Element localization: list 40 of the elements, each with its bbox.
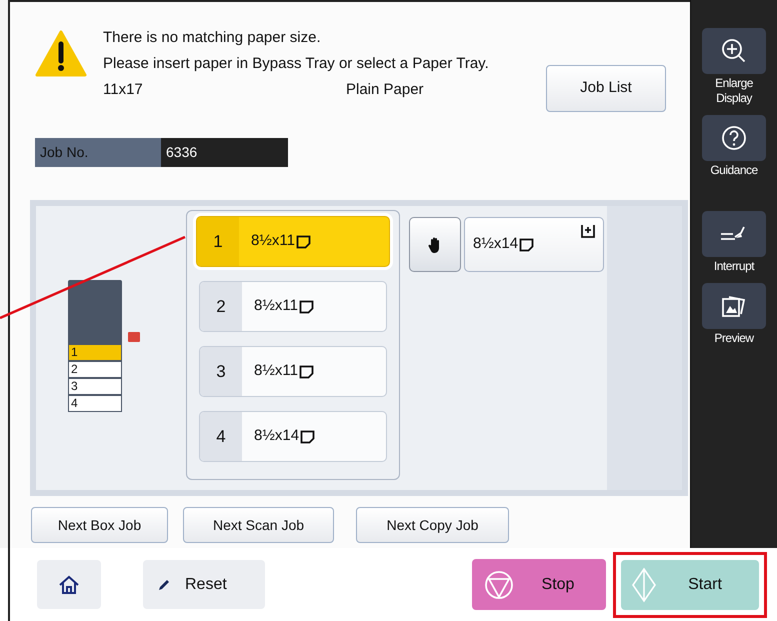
tray-slot: 3 bbox=[68, 378, 122, 395]
diamond-icon bbox=[631, 566, 657, 602]
tray-slot: 2 bbox=[68, 361, 122, 378]
tray-slot: 1 bbox=[68, 344, 122, 361]
start-button[interactable]: Start bbox=[621, 560, 759, 610]
warning-icon bbox=[35, 30, 87, 78]
tray-slot: 4 bbox=[68, 395, 122, 412]
hand-button[interactable] bbox=[409, 217, 461, 272]
stop-icon bbox=[484, 570, 514, 600]
next-job-button[interactable]: Next Copy Job bbox=[356, 507, 509, 543]
bypass-tray-button[interactable]: 8½x14 bbox=[464, 217, 604, 272]
bypass-tray-marker bbox=[128, 332, 140, 342]
tray-button[interactable]: 3 8½x11 bbox=[199, 346, 387, 397]
paper-icon bbox=[298, 364, 314, 378]
next-job-button[interactable]: Next Scan Job bbox=[183, 507, 334, 543]
stop-button[interactable]: Stop bbox=[472, 559, 606, 610]
tray-button[interactable]: 2 8½x11 bbox=[199, 281, 387, 332]
tray-insert-icon bbox=[581, 224, 595, 238]
paper-icon bbox=[519, 238, 534, 252]
hand-icon bbox=[428, 236, 442, 254]
paper-icon bbox=[298, 300, 314, 314]
home-button[interactable] bbox=[37, 560, 101, 609]
job-list-button[interactable]: Job List bbox=[546, 65, 666, 112]
machine-body bbox=[68, 280, 122, 344]
tray-button[interactable]: 4 8½x14 bbox=[199, 411, 387, 462]
job-number-label: Job No. bbox=[35, 138, 161, 167]
alert-message: There is no matching paper size. bbox=[103, 28, 322, 48]
paper-icon bbox=[300, 430, 316, 444]
pencil-icon bbox=[157, 578, 171, 592]
next-job-button[interactable]: Next Box Job bbox=[31, 507, 168, 543]
tray-button[interactable]: 1 8½x11 bbox=[196, 216, 390, 267]
reset-button[interactable]: Reset bbox=[143, 560, 265, 609]
zoom-in-icon bbox=[720, 37, 748, 65]
job-number-value: 6336 bbox=[161, 138, 288, 167]
help-icon bbox=[720, 124, 748, 152]
paper-icon bbox=[296, 234, 311, 248]
home-icon bbox=[58, 574, 80, 596]
alert-message: Please insert paper in Bypass Tray or select a Paper Tray. bbox=[103, 54, 489, 74]
paper-type: Plain Paper bbox=[346, 80, 424, 100]
paper-size: 11x17 bbox=[103, 80, 144, 100]
